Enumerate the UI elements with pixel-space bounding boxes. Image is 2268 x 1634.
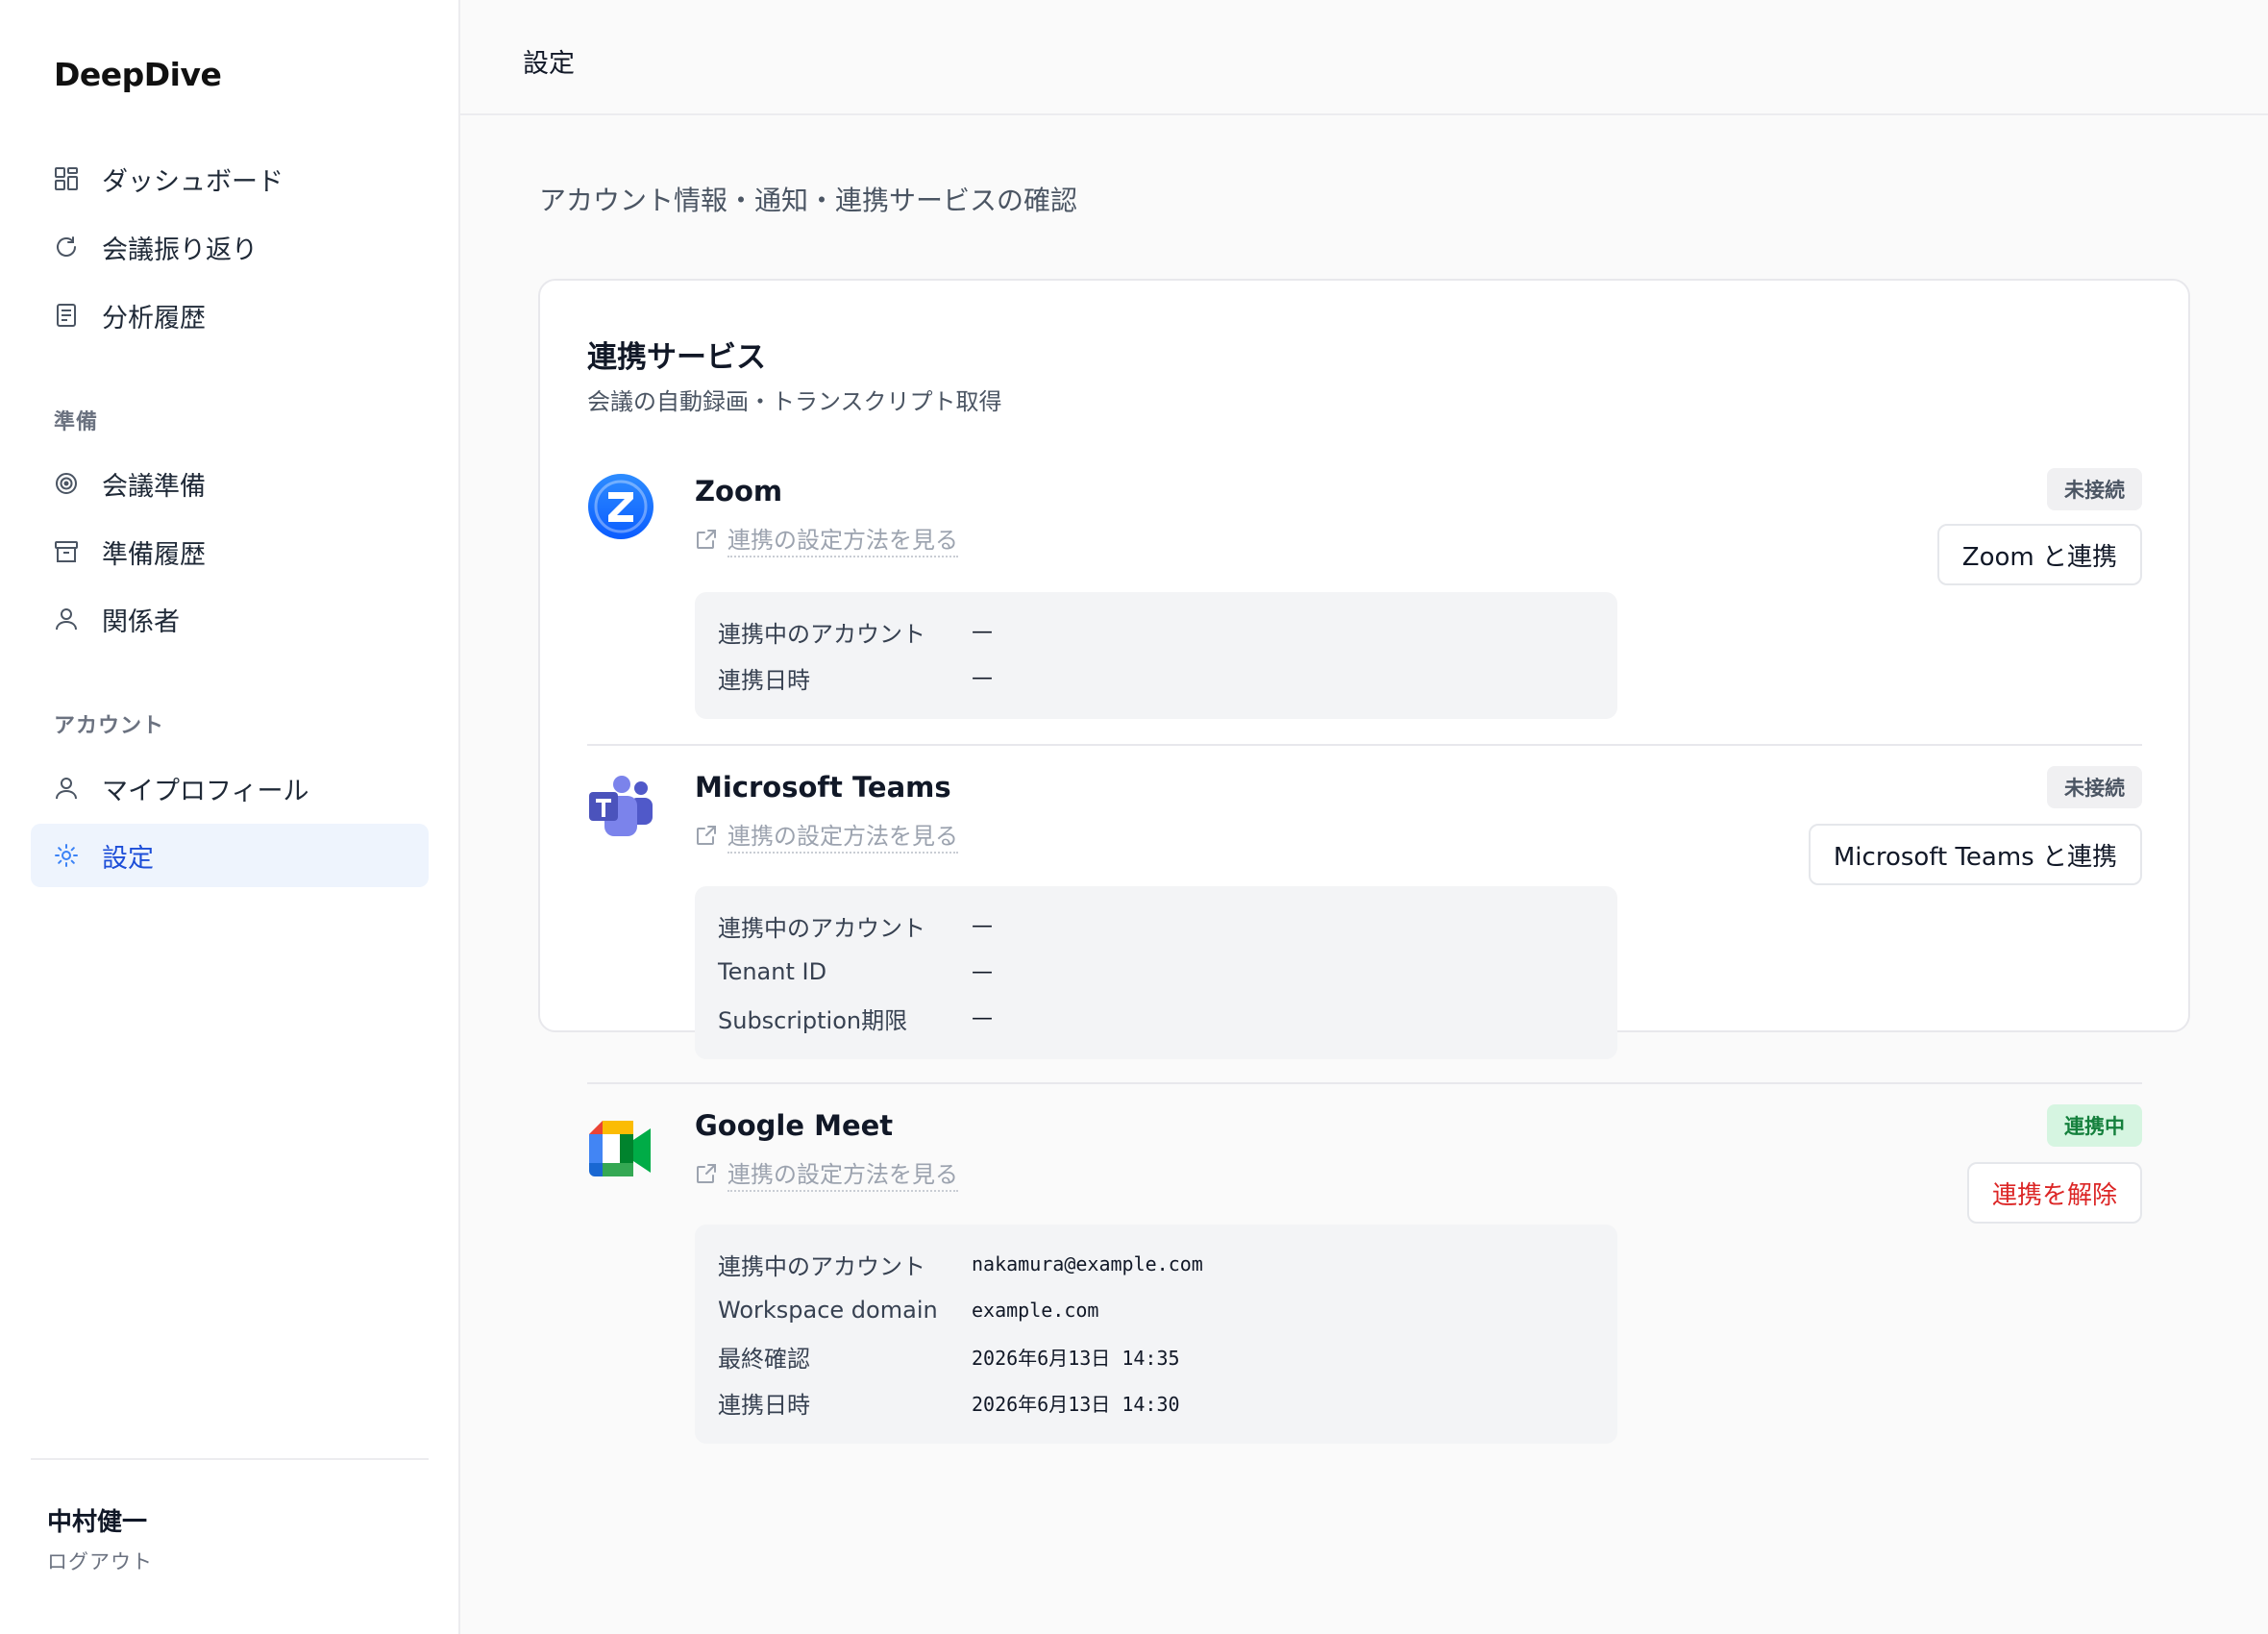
sidebar-item-dashboard[interactable]: ダッシュボード xyxy=(31,147,429,210)
sidebar-item-label: 会議振り返り xyxy=(102,235,258,265)
status-badge: 連携中 xyxy=(2047,1104,2142,1147)
connect-teams-button[interactable]: Microsoft Teams と連携 xyxy=(1808,824,2142,885)
target-icon xyxy=(54,471,79,496)
info-value: example.com xyxy=(972,1299,1099,1322)
info-value: — xyxy=(972,665,993,690)
logout-link[interactable]: ログアウト xyxy=(47,1547,153,1575)
google-meet-logo-icon xyxy=(587,1117,654,1184)
service-info-box: 連携中のアカウント — 連携日時 — xyxy=(695,592,1617,719)
status-badge: 未接続 xyxy=(2047,766,2142,808)
sidebar-item-label: 関係者 xyxy=(102,607,180,637)
service-name: Microsoft Teams xyxy=(695,771,951,804)
info-key: 連携中のアカウント xyxy=(718,620,925,648)
info-row: 連携日時 2026年6月13日 14:30 xyxy=(718,1386,1180,1419)
connect-zoom-button[interactable]: Zoom と連携 xyxy=(1936,524,2142,585)
user-name: 中村健一 xyxy=(47,1508,148,1537)
main-content: 設定 アカウント情報・通知・連携サービスの確認 連携サービス 会議の自動録画・ト… xyxy=(460,0,2268,1634)
sidebar-section-prep: 準備 xyxy=(54,410,99,434)
info-value: — xyxy=(972,619,993,644)
integrations-card: 連携サービス 会議の自動録画・トランスクリプト取得 Zoom 連携の設定方法を見… xyxy=(538,279,2190,1444)
setup-guide-label: 連携の設定方法を見る xyxy=(727,817,958,854)
info-row: 連携中のアカウント nakamura@example.com xyxy=(718,1248,1203,1280)
zoom-logo-icon xyxy=(587,473,654,540)
info-key: 連携中のアカウント xyxy=(718,914,925,942)
sidebar-item-analysis-history[interactable]: 分析履歴 xyxy=(31,284,429,347)
sidebar-item-meeting-prep[interactable]: 会議準備 xyxy=(31,452,429,515)
info-key: 最終確認 xyxy=(718,1345,810,1373)
info-value: nakamura@example.com xyxy=(972,1252,1203,1275)
card-description: 会議の自動録画・トランスクリプト取得 xyxy=(587,388,1002,415)
info-row: Tenant ID — xyxy=(718,955,993,988)
info-value: 2026年6月13日 14:35 xyxy=(972,1346,1180,1370)
info-key: 連携日時 xyxy=(718,1391,810,1419)
status-badge: 未接続 xyxy=(2047,468,2142,510)
app-root: DeepDive ダッシュボード 会議振り返り 分析履歴 準備 会議準備 準備履… xyxy=(0,0,2268,1634)
brand-logo[interactable]: DeepDive xyxy=(54,56,222,93)
sidebar-item-label: 分析履歴 xyxy=(102,303,206,334)
person-icon xyxy=(54,607,79,631)
info-row: Workspace domain example.com xyxy=(718,1294,1098,1326)
setup-guide-label: 連携の設定方法を見る xyxy=(727,521,958,557)
service-google-meet: Google Meet 連携の設定方法を見る 連携中のアカウント nakamur… xyxy=(587,1082,2142,1444)
info-key: Subscription期限 xyxy=(718,1006,908,1034)
info-row: 連携中のアカウント — xyxy=(718,615,993,648)
document-icon xyxy=(54,303,79,328)
dashboard-grid-icon xyxy=(54,166,79,191)
microsoft-teams-logo-icon xyxy=(587,775,654,842)
setup-guide-link[interactable]: 連携の設定方法を見る xyxy=(695,817,958,854)
sidebar-item-label: 会議準備 xyxy=(102,471,206,502)
sidebar-item-label: 設定 xyxy=(102,843,154,874)
sun-gear-icon xyxy=(54,843,79,868)
sidebar-divider xyxy=(31,1458,429,1460)
setup-guide-link[interactable]: 連携の設定方法を見る xyxy=(695,521,958,557)
info-value: — xyxy=(972,1005,993,1030)
disconnect-google-meet-button[interactable]: 連携を解除 xyxy=(1966,1162,2142,1224)
info-value: — xyxy=(972,959,993,984)
service-info-box: 連携中のアカウント nakamura@example.com Workspace… xyxy=(695,1225,1617,1444)
info-row: Subscription期限 — xyxy=(718,1002,993,1034)
info-row: 最終確認 2026年6月13日 14:35 xyxy=(718,1340,1180,1373)
info-value: 2026年6月13日 14:30 xyxy=(972,1392,1180,1416)
sidebar-section-account: アカウント xyxy=(54,714,165,738)
info-key: Workspace domain xyxy=(718,1297,938,1324)
card-title: 連携サービス xyxy=(587,340,766,375)
sidebar-item-label: ダッシュボード xyxy=(102,166,284,197)
external-link-icon xyxy=(697,530,716,549)
sidebar-item-my-profile[interactable]: マイプロフィール xyxy=(31,756,429,820)
external-link-icon xyxy=(697,826,716,845)
top-bar: 設定 xyxy=(460,0,2268,115)
service-info-box: 連携中のアカウント — Tenant ID — Subscription期限 — xyxy=(695,886,1617,1059)
sidebar: DeepDive ダッシュボード 会議振り返り 分析履歴 準備 会議準備 準備履… xyxy=(0,0,460,1634)
sidebar-item-label: 準備履歴 xyxy=(102,539,206,570)
page-subtitle: アカウント情報・通知・連携サービスの確認 xyxy=(539,185,1078,216)
info-key: 連携中のアカウント xyxy=(718,1252,925,1280)
service-name: Google Meet xyxy=(695,1109,894,1142)
archive-box-icon xyxy=(54,539,79,564)
service-zoom: Zoom 連携の設定方法を見る 連携中のアカウント — 連携日時 — 未接続 Z… xyxy=(587,468,2142,744)
sidebar-item-stakeholders[interactable]: 関係者 xyxy=(31,587,429,651)
service-microsoft-teams: Microsoft Teams 連携の設定方法を見る 連携中のアカウント — T… xyxy=(587,744,2142,1082)
person-icon xyxy=(54,776,79,801)
refresh-icon xyxy=(54,235,79,260)
info-row: 連携中のアカウント — xyxy=(718,909,993,942)
info-value: — xyxy=(972,913,993,938)
info-key: 連携日時 xyxy=(718,666,810,694)
service-name: Zoom xyxy=(695,475,783,508)
sidebar-item-prep-history[interactable]: 準備履歴 xyxy=(31,520,429,583)
sidebar-item-meeting-review[interactable]: 会議振り返り xyxy=(31,215,429,279)
setup-guide-link[interactable]: 連携の設定方法を見る xyxy=(695,1155,958,1192)
page-title: 設定 xyxy=(523,49,575,79)
info-key: Tenant ID xyxy=(718,958,827,985)
sidebar-item-label: マイプロフィール xyxy=(102,776,309,806)
external-link-icon xyxy=(697,1164,716,1183)
info-row: 連携日時 — xyxy=(718,661,993,694)
sidebar-item-settings[interactable]: 設定 xyxy=(31,824,429,887)
setup-guide-label: 連携の設定方法を見る xyxy=(727,1155,958,1192)
